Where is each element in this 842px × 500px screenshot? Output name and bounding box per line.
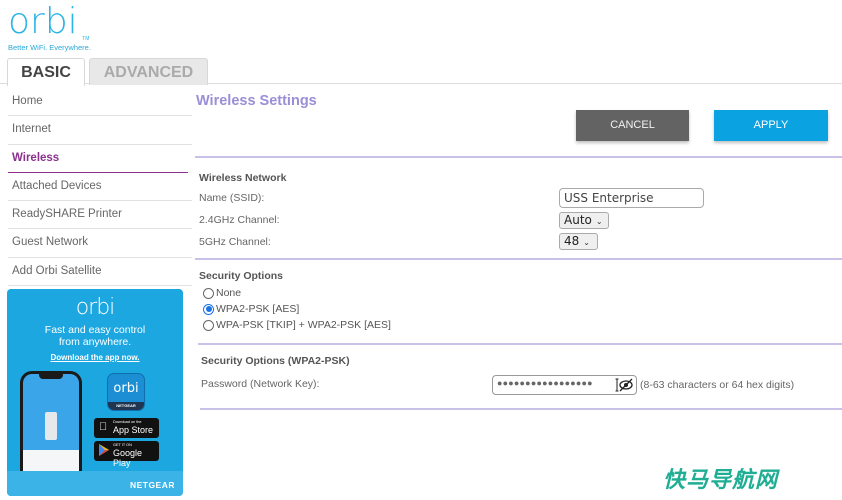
channel-5ghz-select[interactable]: 48 ⌄	[559, 233, 598, 250]
google-small-text: GET IT ON	[113, 443, 132, 447]
orbi-device-image	[45, 412, 57, 440]
orbi-app-icon: orbi NETGEAR	[107, 373, 145, 411]
app-icon-band: NETGEAR	[108, 402, 144, 410]
sidebar-nav: Home Internet Wireless Attached Devices …	[8, 88, 192, 287]
channel-24ghz-value: Auto	[564, 213, 592, 227]
security-option-wpa-wpa2-mixed[interactable]: WPA-PSK [TKIP] + WPA2-PSK [AES]	[203, 319, 391, 331]
promo-footer: NETGEAR	[7, 471, 183, 496]
divider	[195, 156, 842, 158]
radio-label: WPA2-PSK [AES]	[216, 303, 300, 315]
phone-notch	[39, 374, 63, 379]
app-promo-banner[interactable]: orbi Fast and easy control from anywhere…	[7, 289, 183, 496]
promo-text-line2: from anywhere.	[58, 336, 132, 348]
chevron-down-icon: ⌄	[583, 238, 590, 247]
wpa2-security-heading: Security Options (WPA2-PSK)	[201, 355, 350, 367]
promo-text: Fast and easy control from anywhere.	[7, 324, 183, 348]
apple-icon: 	[99, 421, 107, 433]
ssid-label: Name (SSID):	[199, 192, 265, 204]
eye-slash-icon[interactable]	[615, 377, 633, 393]
sidebar-item-guest-network[interactable]: Guest Network	[8, 229, 192, 258]
app-store-badge[interactable]:  Download on the App Store	[94, 418, 159, 438]
divider	[195, 258, 842, 260]
sidebar-item-add-orbi-satellite[interactable]: Add Orbi Satellite	[8, 258, 192, 287]
divider	[198, 343, 842, 345]
security-option-none[interactable]: None	[203, 287, 241, 299]
ssid-input[interactable]: USS Enterprise	[559, 188, 704, 208]
channel-5ghz-value: 48	[564, 234, 580, 248]
logo-wordmark: orbi	[8, 1, 78, 42]
page-title: Wireless Settings	[196, 93, 317, 109]
sidebar-item-readyshare-printer[interactable]: ReadySHARE Printer	[8, 201, 192, 230]
password-hint: (8-63 characters or 64 hex digits)	[640, 379, 795, 391]
channel-24ghz-label: 2.4GHz Channel:	[199, 214, 280, 226]
radio-button[interactable]	[203, 319, 214, 331]
google-big-text: Google Play	[113, 448, 143, 468]
security-option-wpa2-psk-aes[interactable]: WPA2-PSK [AES]	[203, 303, 299, 315]
channel-24ghz-select[interactable]: Auto ⌄	[559, 212, 609, 229]
download-app-link[interactable]: Download the app now.	[7, 353, 183, 362]
radio-button[interactable]	[203, 287, 214, 299]
sidebar-item-internet[interactable]: Internet	[8, 116, 192, 145]
logo-trademark: TM	[82, 36, 90, 42]
netgear-brand: NETGEAR	[129, 480, 175, 490]
sidebar-item-attached-devices[interactable]: Attached Devices	[8, 173, 192, 202]
promo-text-line1: Fast and easy control	[44, 324, 146, 336]
appstore-small-text: Download on the	[113, 420, 142, 424]
tab-basic[interactable]: BASIC	[7, 58, 85, 86]
apply-button[interactable]: APPLY	[714, 110, 828, 141]
promo-orbi-logo: orbi	[75, 295, 116, 320]
google-play-badge[interactable]: GET IT ON Google Play	[94, 441, 159, 468]
app-icon-wordmark: orbi	[113, 381, 139, 396]
tagline: Better WiFi. Everywhere.	[8, 43, 91, 52]
wireless-network-heading: Wireless Network	[199, 172, 287, 184]
appstore-big-text: App Store	[113, 425, 154, 435]
orbi-logo: orbi TM	[8, 1, 90, 43]
password-input[interactable]: ●●●●●●●●●●●●●●●●●	[492, 375, 637, 395]
security-options-heading: Security Options	[199, 270, 284, 282]
watermark: 快马导航网	[663, 467, 779, 492]
radio-label: WPA-PSK [TKIP] + WPA2-PSK [AES]	[216, 319, 391, 331]
channel-5ghz-label: 5GHz Channel:	[199, 236, 271, 248]
sidebar-item-home[interactable]: Home	[8, 88, 192, 117]
divider	[200, 408, 842, 410]
cancel-button[interactable]: CANCEL	[576, 110, 689, 141]
password-label: Password (Network Key):	[201, 378, 320, 390]
main-tabs: BASIC ADVANCED	[0, 56, 842, 86]
radio-button-checked[interactable]	[203, 303, 214, 315]
google-play-icon	[99, 444, 109, 459]
tab-advanced[interactable]: ADVANCED	[89, 58, 208, 85]
chevron-down-icon: ⌄	[595, 217, 603, 226]
sidebar-item-wireless[interactable]: Wireless	[8, 145, 188, 173]
radio-label: None	[216, 287, 242, 299]
password-mask: ●●●●●●●●●●●●●●●●●	[497, 378, 593, 388]
